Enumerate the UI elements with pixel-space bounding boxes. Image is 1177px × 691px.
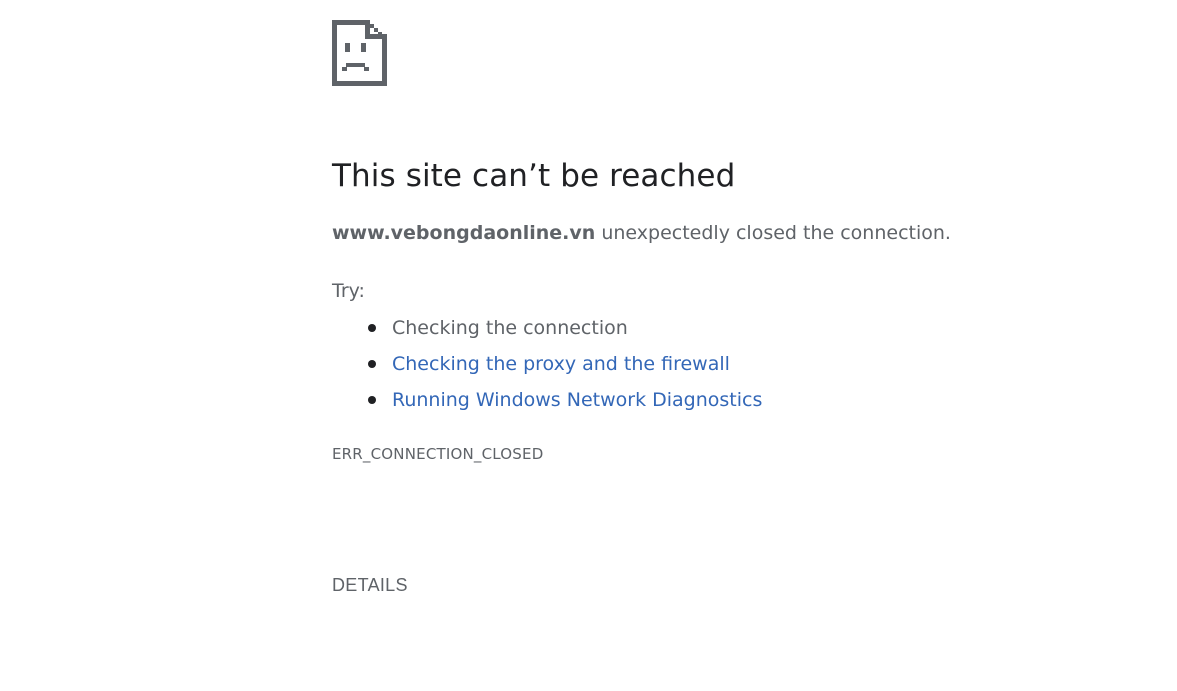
sad-page-icon [332, 20, 388, 86]
page-title: This site can’t be reached [332, 158, 736, 194]
suggestions-list: Checking the connection Checking the pro… [332, 310, 1092, 418]
error-page: This site can’t be reached www.vebongdao… [0, 0, 1177, 691]
bullet-icon [368, 396, 376, 404]
link-network-diagnostics[interactable]: Running Windows Network Diagnostics [392, 389, 762, 411]
list-item: Checking the connection [368, 310, 1092, 346]
suggestion-check-connection: Checking the connection [392, 317, 628, 339]
list-item: Checking the proxy and the firewall [368, 346, 1092, 382]
error-content: This site can’t be reached www.vebongdao… [332, 20, 1092, 464]
error-message: www.vebongdaonline.vn unexpectedly close… [332, 220, 1092, 246]
bullet-icon [368, 360, 376, 368]
try-label: Try: [332, 280, 365, 302]
error-message-text: unexpectedly closed the connection. [595, 222, 951, 244]
bullet-icon [368, 324, 376, 332]
list-item: Running Windows Network Diagnostics [368, 382, 1092, 418]
details-button[interactable]: DETAILS [332, 573, 408, 597]
link-check-proxy-firewall[interactable]: Checking the proxy and the firewall [392, 353, 730, 375]
error-code: ERR_CONNECTION_CLOSED [332, 445, 544, 463]
host-name: www.vebongdaonline.vn [332, 222, 596, 244]
